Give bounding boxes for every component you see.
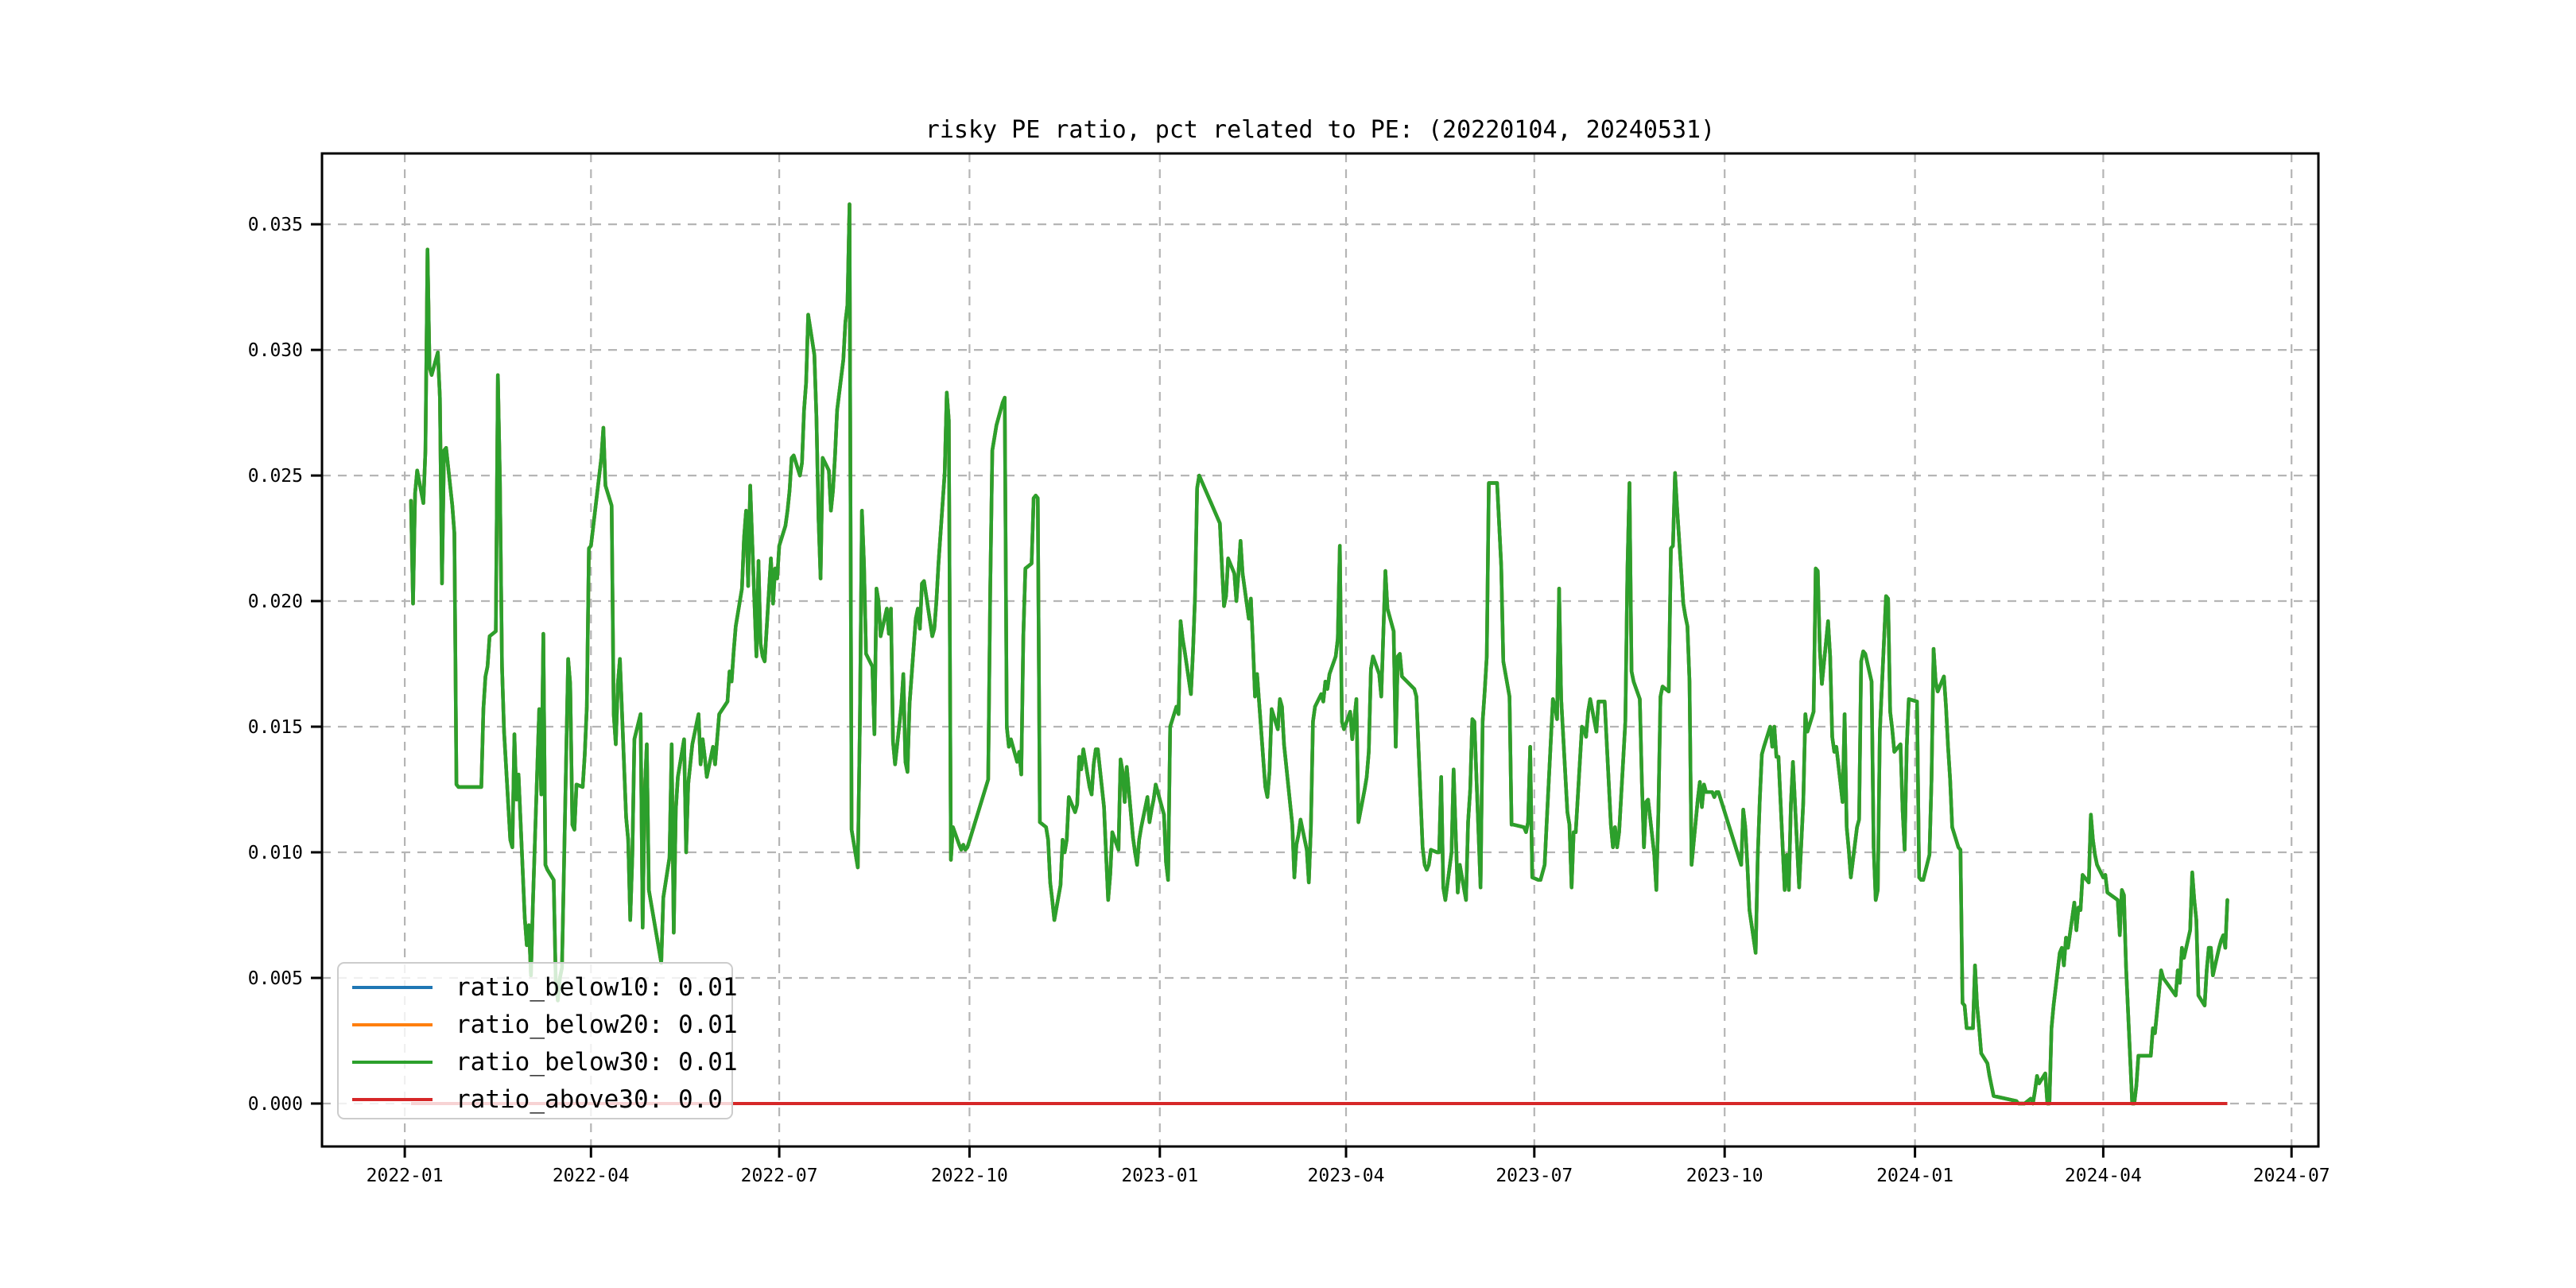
y-tick-label: 0.030 <box>248 340 303 361</box>
x-tick-label: 2022-04 <box>553 1166 630 1186</box>
legend-label: ratio_below30: 0.01 <box>456 1047 738 1077</box>
x-tick-label: 2024-07 <box>2253 1166 2330 1186</box>
legend-line-swatch-below20 <box>352 1022 433 1026</box>
legend-label: ratio_above30: 0.0 <box>456 1084 723 1114</box>
legend-line-swatch-above30 <box>352 1097 433 1101</box>
legend-line-swatch-below30 <box>352 1060 433 1064</box>
legend-row: ratio_below20: 0.01 <box>352 1006 738 1043</box>
y-tick-label: 0.010 <box>248 843 303 863</box>
x-tick-label: 2023-04 <box>1308 1166 1385 1186</box>
x-tick-label: 2022-01 <box>367 1166 444 1186</box>
legend-row: ratio_above30: 0.0 <box>352 1080 731 1118</box>
y-tick-label: 0.035 <box>248 215 303 235</box>
x-tick-label: 2023-07 <box>1496 1166 1573 1186</box>
legend-label: ratio_below20: 0.01 <box>456 1010 738 1039</box>
legend-row: ratio_below30: 0.01 <box>352 1043 738 1080</box>
y-tick-label: 0.000 <box>248 1094 303 1115</box>
legend-line-swatch-below10 <box>352 985 433 989</box>
chart-title: risky PE ratio, pct related to PE: (2022… <box>925 116 1716 144</box>
x-tick-label: 2022-10 <box>931 1166 1008 1186</box>
x-tick-label: 2024-04 <box>2065 1166 2142 1186</box>
x-tick-label: 2024-01 <box>1876 1166 1953 1186</box>
y-tick-label: 0.020 <box>248 592 303 612</box>
legend-row: ratio_below10: 0.01 <box>352 968 738 1006</box>
y-tick-label: 0.015 <box>248 717 303 738</box>
x-tick-label: 2022-07 <box>741 1166 818 1186</box>
y-tick-label: 0.025 <box>248 466 303 487</box>
legend-label: ratio_below10: 0.01 <box>456 972 738 1002</box>
x-tick-label: 2023-10 <box>1686 1166 1763 1186</box>
y-tick-label: 0.005 <box>248 968 303 989</box>
chart-figure: 2022-01 2022-04 2022-07 2022-10 2023-01 2023-… <box>0 0 2576 1288</box>
x-tick-label: 2023-01 <box>1121 1166 1198 1186</box>
legend: ratio_below10: 0.01 ratio_below20: 0.01 … <box>337 962 738 1119</box>
